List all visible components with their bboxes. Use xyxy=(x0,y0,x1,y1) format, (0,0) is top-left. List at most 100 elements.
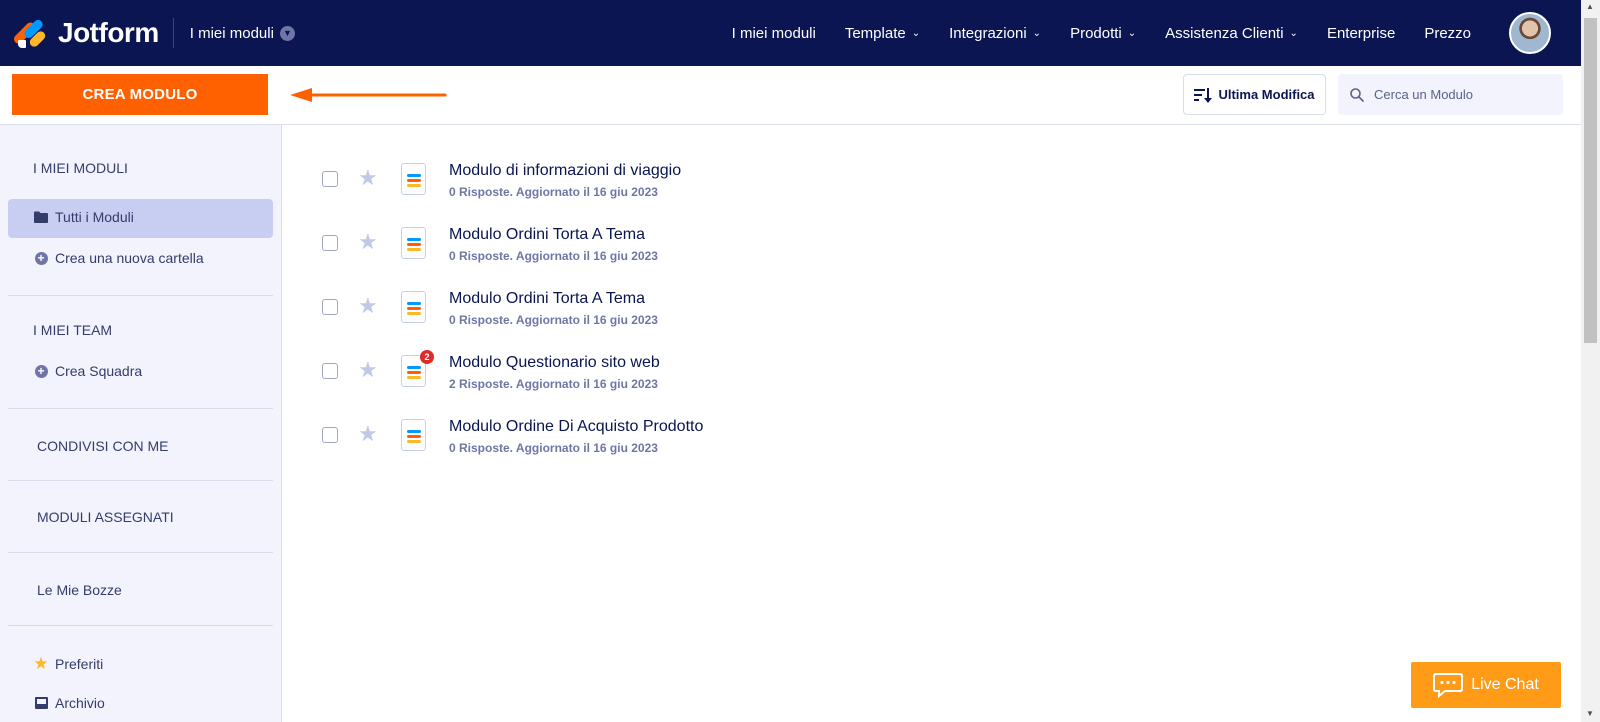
sidebar-item-favorites[interactable]: ★ Preferiti xyxy=(33,654,103,674)
archive-icon xyxy=(33,697,49,709)
star-icon[interactable]: ★ xyxy=(358,293,378,319)
page-scrollbar[interactable]: ▲ ▼ xyxy=(1581,0,1600,722)
workspace-switcher[interactable]: I miei moduli ▼ xyxy=(190,25,295,42)
sidebar-item-shared-with-me[interactable]: CONDIVISI CON ME xyxy=(37,438,168,454)
jotform-logo-icon xyxy=(12,16,48,50)
select-checkbox[interactable] xyxy=(322,299,338,315)
sidebar-divider xyxy=(8,408,273,409)
star-icon: ★ xyxy=(33,654,49,673)
main-nav: I miei moduli Template ⌄ Integrazioni ⌄ Pr… xyxy=(732,0,1471,66)
form-meta: 0 Risposte. Aggiornato il 16 giu 2023 xyxy=(449,313,658,327)
nav-enterprise[interactable]: Enterprise xyxy=(1327,25,1395,42)
scroll-up-arrow-icon[interactable]: ▲ xyxy=(1586,2,1594,11)
sidebar-item-label: Preferiti xyxy=(55,656,104,672)
live-chat-label: Live Chat xyxy=(1471,676,1539,693)
user-avatar[interactable] xyxy=(1509,12,1551,54)
sidebar-item-archive[interactable]: Archivio xyxy=(33,695,105,711)
search-input[interactable] xyxy=(1374,87,1544,102)
form-meta: 2 Risposte. Aggiornato il 16 giu 2023 xyxy=(449,377,658,391)
nav-label: Assistenza Clienti xyxy=(1165,24,1284,42)
star-icon[interactable]: ★ xyxy=(358,229,378,255)
sidebar-item-label: Le Mie Bozze xyxy=(37,582,122,598)
search-icon xyxy=(1350,87,1364,102)
create-form-button[interactable]: CREA MODULO xyxy=(12,74,268,115)
form-meta: 0 Risposte. Aggiornato il 16 giu 2023 xyxy=(449,441,658,455)
star-icon[interactable]: ★ xyxy=(358,357,378,383)
form-title[interactable]: Modulo Ordine Di Acquisto Prodotto xyxy=(449,418,703,436)
top-navigation-bar: Jotform I miei moduli ▼ I miei moduli Te… xyxy=(0,0,1581,66)
form-list-item[interactable]: ★ 2 Modulo Questionario sito web 2 Rispo… xyxy=(322,350,1222,405)
form-icon xyxy=(401,163,426,195)
nav-products[interactable]: Prodotti ⌄ xyxy=(1070,25,1136,42)
nav-integrations[interactable]: Integrazioni ⌄ xyxy=(949,25,1041,42)
sidebar-item-label: Crea Squadra xyxy=(55,363,143,379)
nav-my-forms[interactable]: I miei moduli xyxy=(732,25,816,42)
chevron-down-icon: ⌄ xyxy=(1127,27,1137,39)
scrollbar-thumb[interactable] xyxy=(1584,18,1597,343)
sidebar-item-new-folder[interactable]: + Crea una nuova cartella xyxy=(33,250,204,266)
sidebar-item-create-team[interactable]: + Crea Squadra xyxy=(33,363,142,379)
star-icon[interactable]: ★ xyxy=(358,421,378,447)
live-chat-button[interactable]: Live Chat xyxy=(1411,662,1561,708)
nav-label: Prodotti xyxy=(1070,24,1122,42)
select-checkbox[interactable] xyxy=(322,235,338,251)
nav-label: Integrazioni xyxy=(949,24,1027,42)
form-title[interactable]: Modulo Ordini Torta A Tema xyxy=(449,290,645,308)
chevron-down-icon: ⌄ xyxy=(1289,27,1298,39)
folder-icon xyxy=(33,211,49,223)
nav-pricing[interactable]: Prezzo xyxy=(1424,25,1471,42)
form-list-item[interactable]: ★ Modulo Ordini Torta A Tema 0 Risposte.… xyxy=(322,290,1222,341)
brand-separator xyxy=(172,18,174,48)
select-checkbox[interactable] xyxy=(322,427,338,443)
nav-templates[interactable]: Template ⌄ xyxy=(845,25,920,42)
sidebar-item-label: Tutti i Moduli xyxy=(55,209,134,225)
form-meta: 0 Risposte. Aggiornato il 16 giu 2023 xyxy=(449,249,658,263)
form-meta: 0 Risposte. Aggiornato il 16 giu 2023 xyxy=(449,185,658,199)
plus-circle-icon: + xyxy=(33,251,49,265)
nav-label: I miei moduli xyxy=(731,24,816,42)
sidebar-divider xyxy=(8,480,273,481)
chevron-down-icon: ▼ xyxy=(279,25,295,41)
sidebar-item-drafts[interactable]: Le Mie Bozze xyxy=(37,582,122,598)
select-checkbox[interactable] xyxy=(322,363,338,379)
chevron-down-icon: ⌄ xyxy=(1032,27,1042,39)
sort-label: Ultima Modifica xyxy=(1218,87,1315,102)
workspace-label: I miei moduli xyxy=(189,24,274,42)
sidebar-divider xyxy=(8,552,273,553)
form-icon xyxy=(401,227,426,259)
sidebar-item-assigned-forms[interactable]: MODULI ASSEGNATI xyxy=(37,509,174,525)
nav-label: Template xyxy=(844,24,906,42)
form-list-item[interactable]: ★ Modulo di informazioni di viaggio 0 Ri… xyxy=(322,162,1222,213)
select-checkbox[interactable] xyxy=(322,171,338,187)
scroll-down-arrow-icon[interactable]: ▼ xyxy=(1586,709,1594,718)
sidebar: I MIEI MODULI Tutti i Moduli + Crea una … xyxy=(0,125,282,722)
sidebar-item-all-forms[interactable]: Tutti i Moduli xyxy=(33,209,134,225)
chat-bubble-icon xyxy=(1433,673,1464,698)
arrow-left-icon xyxy=(290,88,447,102)
sort-icon xyxy=(1194,87,1213,103)
nav-label: Prezzo xyxy=(1424,24,1471,42)
section-my-forms: I MIEI MODULI xyxy=(33,160,128,176)
form-icon xyxy=(401,419,426,451)
nav-label: Enterprise xyxy=(1326,24,1396,42)
sidebar-divider xyxy=(8,295,273,296)
sort-button[interactable]: Ultima Modifica xyxy=(1183,74,1326,115)
sidebar-divider xyxy=(8,625,273,626)
star-icon[interactable]: ★ xyxy=(358,165,378,191)
form-title[interactable]: Modulo di informazioni di viaggio xyxy=(449,162,681,180)
jotform-logo[interactable]: Jotform xyxy=(12,0,159,66)
nav-support[interactable]: Assistenza Clienti ⌄ xyxy=(1165,25,1298,42)
form-list-item[interactable]: ★ Modulo Ordini Torta A Tema 0 Risposte.… xyxy=(322,226,1222,277)
sidebar-item-label: Crea una nuova cartella xyxy=(55,250,204,266)
form-icon: 2 xyxy=(401,350,434,387)
form-title[interactable]: Modulo Questionario sito web xyxy=(449,354,660,372)
brand-name: Jotform xyxy=(58,17,159,48)
response-count-badge: 2 xyxy=(420,350,434,364)
chevron-down-icon: ⌄ xyxy=(911,27,921,39)
plus-circle-icon: + xyxy=(33,364,49,378)
form-icon xyxy=(401,291,426,323)
search-box[interactable] xyxy=(1338,74,1563,115)
form-list-item[interactable]: ★ Modulo Ordine Di Acquisto Prodotto 0 R… xyxy=(322,418,1222,469)
form-title[interactable]: Modulo Ordini Torta A Tema xyxy=(449,226,645,244)
sidebar-item-label: Archivio xyxy=(55,695,105,711)
